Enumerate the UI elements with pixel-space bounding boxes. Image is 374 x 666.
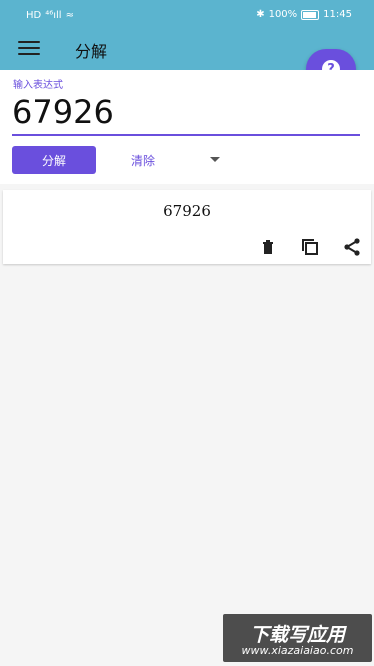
- status-right: ✱ 100% 11:45: [256, 9, 352, 20]
- bluetooth-icon: ✱: [256, 9, 265, 20]
- time: 11:45: [323, 9, 352, 20]
- battery-percent: 100%: [268, 9, 298, 20]
- menu-button[interactable]: [18, 38, 40, 58]
- trash-icon[interactable]: [257, 236, 279, 258]
- expression-input[interactable]: [12, 90, 360, 136]
- result-text: 67926: [163, 202, 211, 220]
- watermark-title: 下载写应用: [249, 624, 345, 646]
- clear-button[interactable]: 清除: [131, 152, 155, 169]
- battery-icon: [301, 9, 320, 20]
- page-title: 分解: [75, 42, 108, 61]
- result-card: 67926: [3, 190, 371, 264]
- result-actions: [257, 236, 363, 258]
- dropdown-arrow-icon[interactable]: [210, 157, 220, 162]
- share-icon[interactable]: [341, 236, 363, 258]
- watermark-url: www.xiazaiaiao.com: [241, 644, 354, 657]
- watermark: 下载写应用 www.xiazaiaiao.com: [223, 614, 372, 662]
- wifi-icon: ≈: [65, 10, 74, 21]
- status-bar: HD ⁴⁶ıll ≈ ✱ 100% 11:45: [0, 0, 374, 28]
- hamburger-menu-icon: [18, 41, 40, 43]
- expression-label: 输入表达式: [13, 80, 63, 91]
- status-left: HD ⁴⁶ıll ≈: [26, 10, 74, 21]
- network-type: HD: [26, 10, 42, 21]
- signal-icon: ⁴⁶ıll: [45, 10, 62, 21]
- copy-icon[interactable]: [299, 236, 321, 258]
- factor-button[interactable]: 分解: [12, 146, 96, 174]
